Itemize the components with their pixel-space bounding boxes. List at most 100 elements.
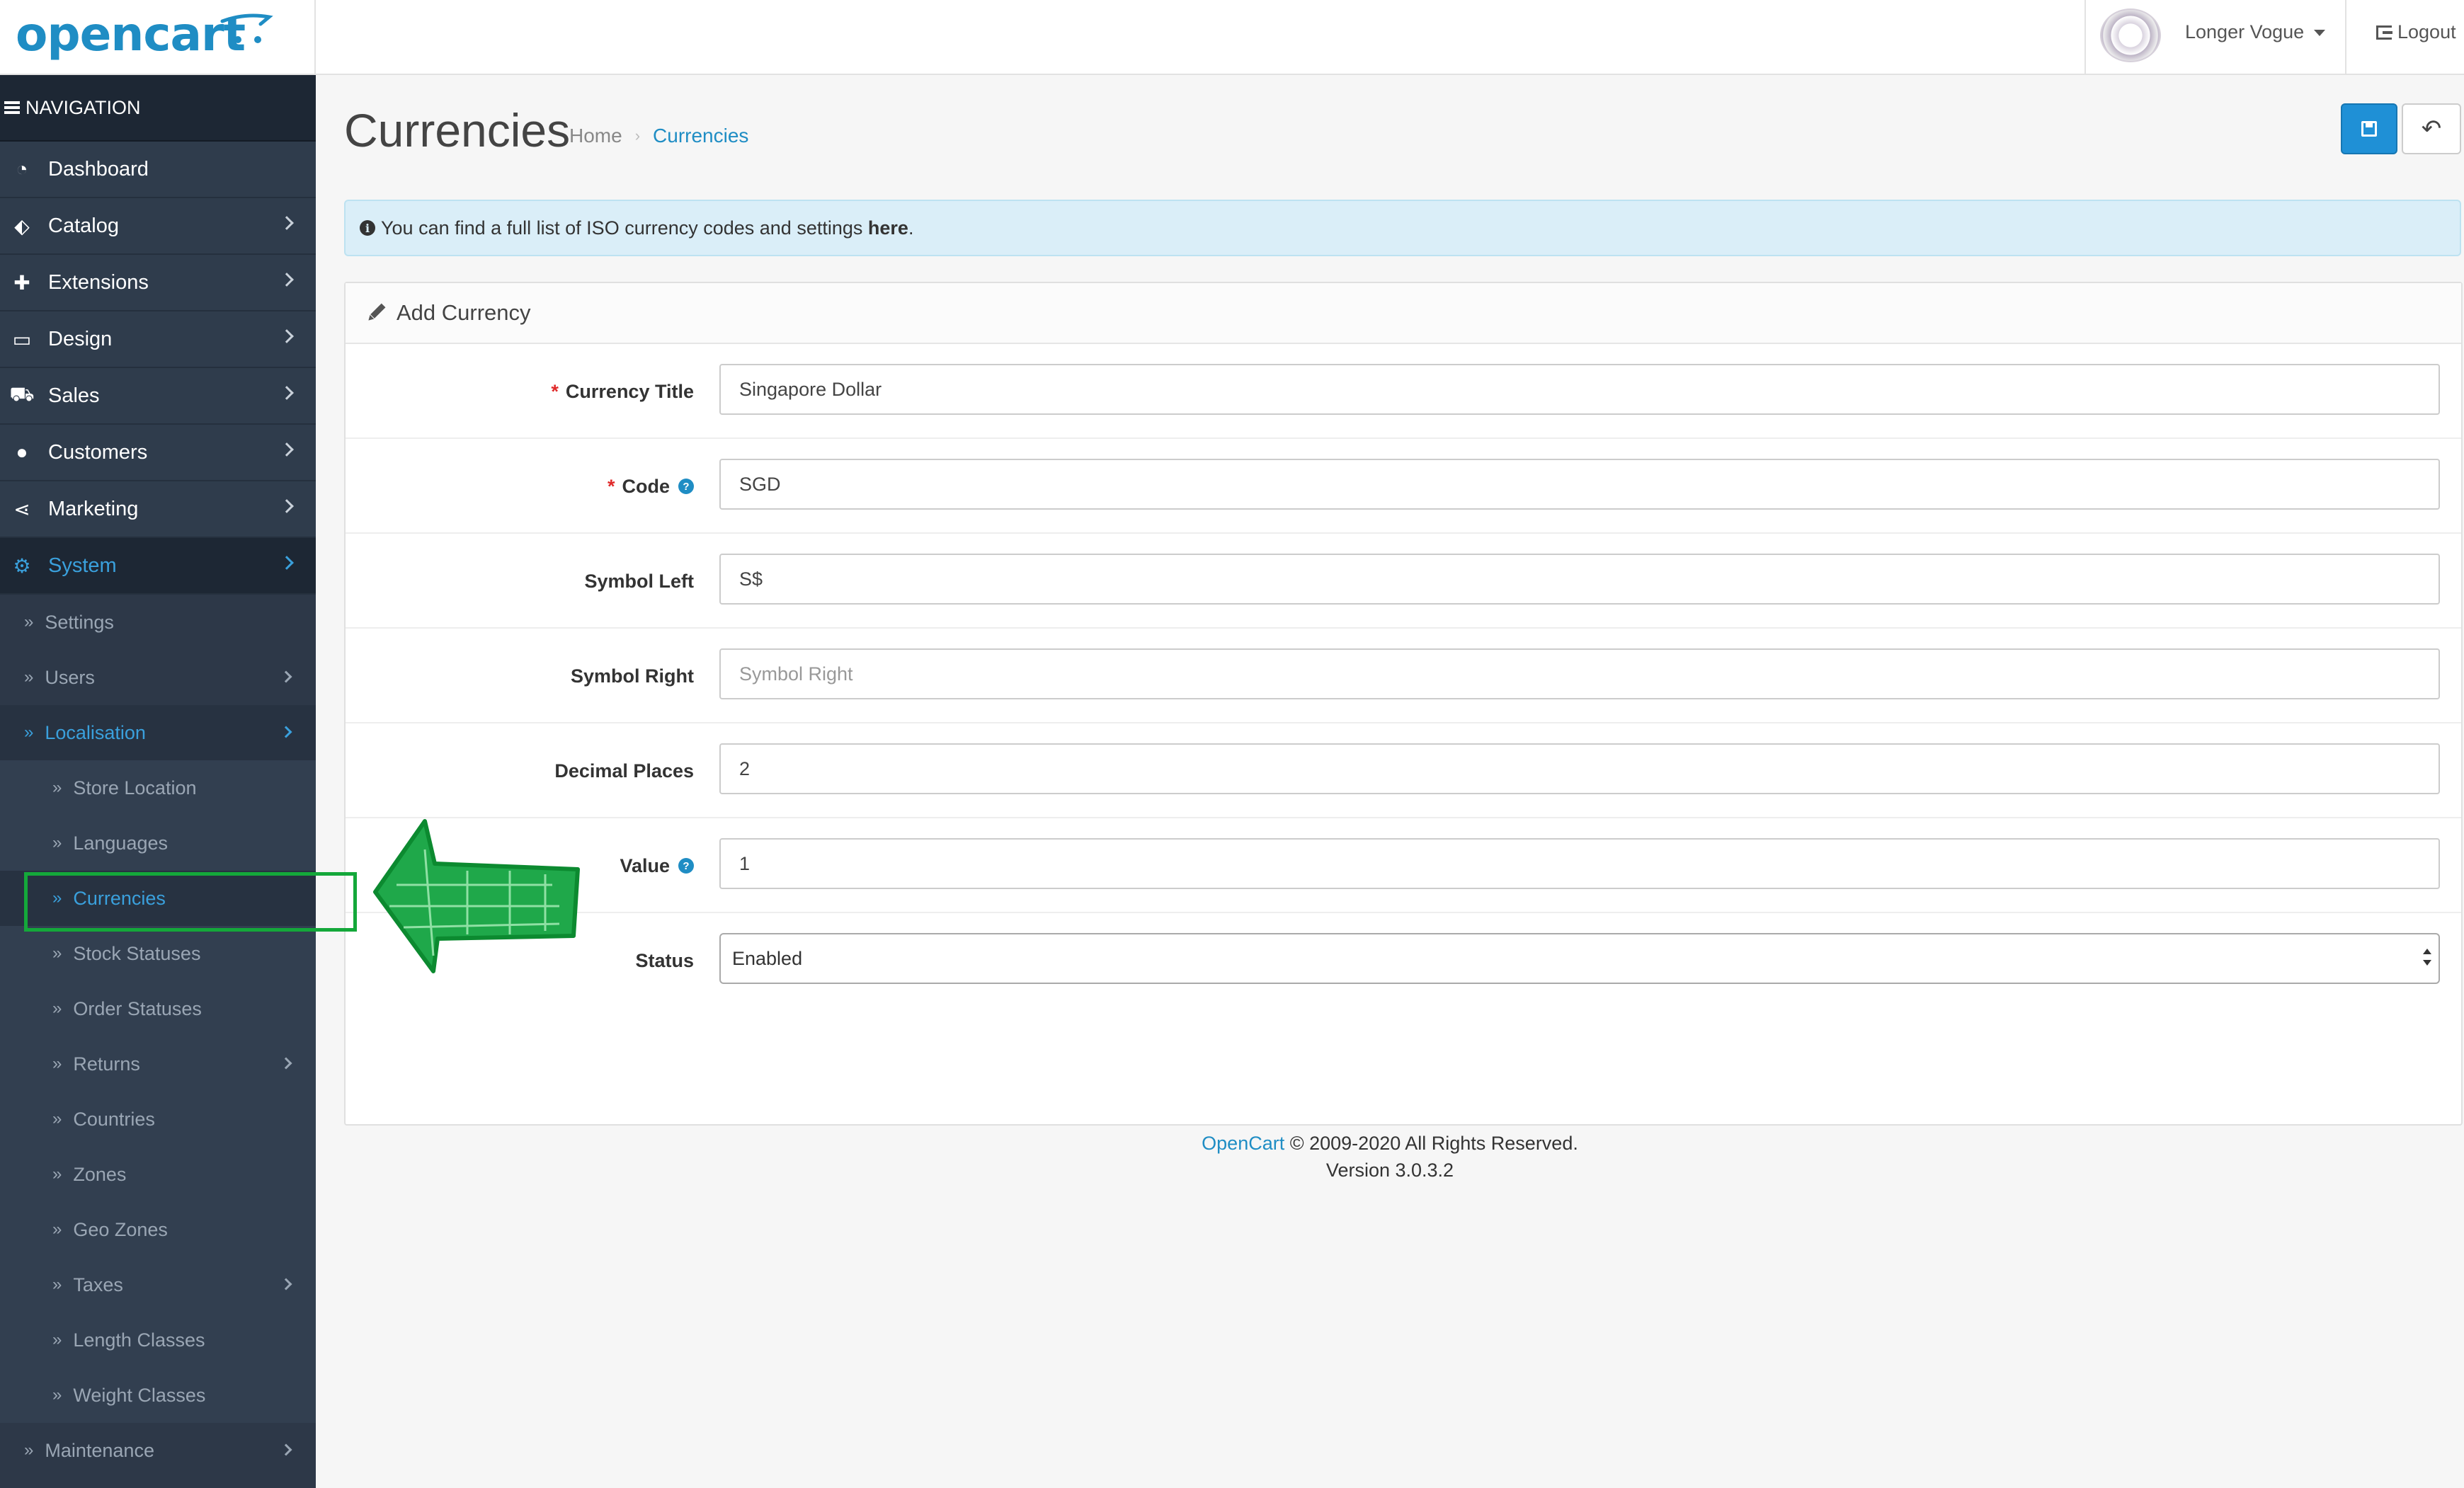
double-angle-right-icon: »	[52, 1109, 62, 1128]
code-input[interactable]	[719, 459, 2440, 510]
sidebar-item-languages[interactable]: » Languages	[0, 815, 316, 871]
sidebar-item-label: Length Classes	[73, 1329, 205, 1351]
symbol-left-input[interactable]	[719, 554, 2440, 605]
sidebar-item-zones[interactable]: » Zones	[0, 1147, 316, 1202]
sidebar-item-stock-statuses[interactable]: » Stock Statuses	[0, 926, 316, 981]
sidebar-item-label: System	[48, 554, 117, 577]
sidebar-item-maintenance[interactable]: » Maintenance	[0, 1423, 316, 1478]
double-angle-right-icon: »	[24, 723, 34, 742]
sidebar-item-label: Users	[45, 666, 95, 688]
logo-text: opencart	[16, 7, 246, 62]
sidebar-item-taxes[interactable]: » Taxes	[0, 1257, 316, 1312]
chevron-right-icon	[280, 386, 294, 400]
alert-prefix: You can find a full list of ISO currency…	[381, 217, 868, 239]
double-angle-right-icon: »	[24, 668, 34, 687]
sidebar-item-label: Store Location	[73, 777, 197, 799]
sidebar-item-order-statuses[interactable]: » Order Statuses	[0, 981, 316, 1036]
copyright-text: © 2009-2020 All Rights Reserved.	[1284, 1133, 1578, 1154]
sidebar-item-settings[interactable]: » Settings	[0, 595, 316, 650]
label-text: Code	[622, 475, 671, 497]
sidebar-item-customers[interactable]: ● Customers	[0, 425, 316, 481]
top-header: opencart Longer Vogue Logout	[0, 0, 2464, 75]
navigation-title: NAVIGATION	[25, 96, 141, 118]
sidebar-item-weight-classes[interactable]: » Weight Classes	[0, 1368, 316, 1423]
navigation-header[interactable]: NAVIGATION	[0, 75, 316, 142]
user-name: Longer Vogue	[2185, 21, 2305, 42]
question-circle-icon[interactable]: ?	[678, 858, 694, 874]
opencart-link[interactable]: OpenCart	[1202, 1133, 1284, 1154]
back-button[interactable]: ↶	[2402, 103, 2461, 154]
chevron-right-icon	[280, 273, 294, 287]
sidebar-item-label: Catalog	[48, 214, 119, 237]
value-input[interactable]	[719, 838, 2440, 889]
chevron-right-icon	[280, 1278, 292, 1290]
sidebar-item-dashboard[interactable]: ◔ Dashboard	[0, 142, 316, 198]
sidebar-item-label: Taxes	[73, 1274, 123, 1295]
status-label: Status	[635, 949, 694, 971]
question-circle-icon[interactable]: ?	[678, 479, 694, 494]
sidebar-item-users[interactable]: » Users	[0, 650, 316, 705]
logout-link[interactable]: Logout	[2376, 21, 2456, 43]
breadcrumb-home[interactable]: Home	[569, 125, 622, 147]
symbol-right-input[interactable]	[719, 648, 2440, 699]
sidebar-item-countries[interactable]: » Countries	[0, 1092, 316, 1147]
decimal-places-input[interactable]	[719, 743, 2440, 794]
sidebar-item-label: Weight Classes	[73, 1384, 206, 1406]
sidebar-item-length-classes[interactable]: » Length Classes	[0, 1312, 316, 1368]
label-text: Currency Title	[565, 380, 694, 402]
sidebar-item-label: Geo Zones	[73, 1218, 168, 1240]
double-angle-right-icon: »	[24, 1441, 34, 1460]
green-arrow-annotation-icon	[373, 819, 580, 973]
sidebar-item-label: Customers	[48, 440, 148, 464]
chevron-right-icon	[280, 670, 292, 683]
sidebar-item-returns[interactable]: » Returns	[0, 1036, 316, 1092]
chevron-right-icon	[280, 216, 294, 230]
status-selected-value: Enabled	[732, 947, 803, 969]
monitor-icon: ▭	[12, 328, 32, 350]
symbol-left-label: Symbol Left	[584, 570, 694, 592]
form-row-symbol-right: Symbol Right	[346, 629, 2461, 723]
sign-out-icon	[2376, 25, 2392, 40]
sidebar-item-label: Countries	[73, 1108, 155, 1130]
sidebar-item-localisation[interactable]: » Localisation	[0, 705, 316, 760]
form-row-code: * Code?	[346, 439, 2461, 534]
save-button[interactable]	[2341, 103, 2397, 154]
caret-down-icon	[2314, 30, 2325, 36]
status-select[interactable]: Enabled	[719, 933, 2440, 984]
add-currency-panel: Add Currency * Currency Title * Code? Symb…	[344, 282, 2463, 1126]
sidebar-item-label: Maintenance	[45, 1439, 154, 1461]
value-label: Value?	[620, 818, 694, 913]
info-alert: i You can find a full list of ISO curren…	[344, 200, 2461, 256]
footer-version: Version 3.0.3.2	[1325, 1160, 1454, 1181]
double-angle-right-icon: »	[52, 833, 62, 852]
form-row-symbol-left: Symbol Left	[346, 534, 2461, 629]
label-text: Value	[620, 854, 670, 876]
sidebar-item-sales[interactable]: ⛟ Sales	[0, 368, 316, 425]
user-dropdown[interactable]: Longer Vogue	[2084, 0, 2346, 75]
double-angle-right-icon: »	[52, 1275, 62, 1294]
sidebar-item-label: Localisation	[45, 721, 146, 743]
currency-title-input[interactable]	[719, 364, 2440, 415]
sidebar-item-label: Languages	[73, 832, 168, 854]
symbol-right-label: Symbol Right	[571, 665, 694, 687]
currency-title-label: * Currency Title	[551, 344, 694, 439]
form-row-decimal-places: Decimal Places	[346, 723, 2461, 818]
sidebar-item-label: Design	[48, 327, 113, 350]
sidebar-item-extensions[interactable]: ✚ Extensions	[0, 255, 316, 311]
sidebar-item-marketing[interactable]: ⋖ Marketing	[0, 481, 316, 538]
sidebar-item-label: Dashboard	[48, 157, 149, 181]
breadcrumb-separator-icon: ›	[634, 127, 641, 144]
breadcrumb-current[interactable]: Currencies	[653, 125, 748, 147]
tags-icon: ⬖	[14, 214, 30, 237]
required-marker: *	[551, 380, 559, 402]
sidebar-item-system[interactable]: ⚙ System	[0, 538, 316, 595]
logo[interactable]: opencart	[0, 0, 316, 75]
double-angle-right-icon: »	[52, 1220, 62, 1239]
sidebar-item-geo-zones[interactable]: » Geo Zones	[0, 1202, 316, 1257]
sidebar-item-catalog[interactable]: ⬖ Catalog	[0, 198, 316, 255]
chevron-right-icon	[280, 442, 294, 457]
panel-title: Add Currency	[397, 300, 531, 325]
sidebar-item-design[interactable]: ▭ Design	[0, 311, 316, 368]
sidebar-item-store-location[interactable]: » Store Location	[0, 760, 316, 815]
alert-here-link[interactable]: here	[868, 217, 908, 239]
